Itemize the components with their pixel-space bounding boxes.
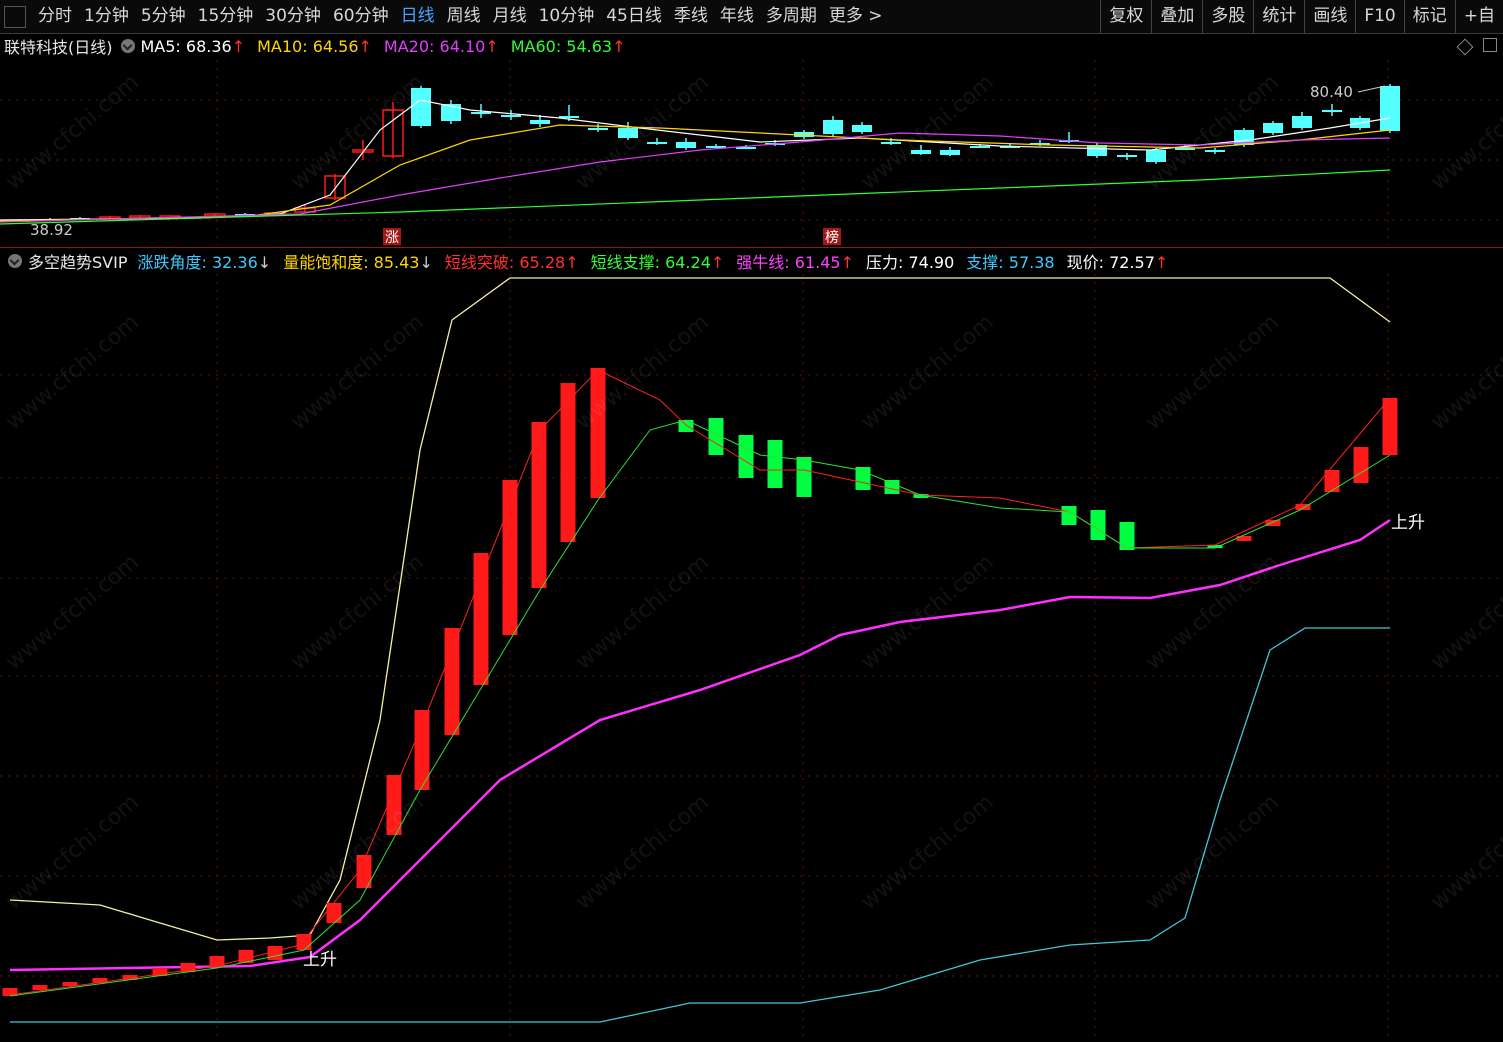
candle-down <box>852 125 872 132</box>
candle-down <box>618 128 638 138</box>
svip-bar <box>884 480 900 494</box>
svip-bar <box>855 467 871 490</box>
marker-text: 涨 <box>385 230 399 246</box>
svip-bar <box>326 903 342 923</box>
candle-down <box>501 115 521 117</box>
candle-down <box>647 142 667 144</box>
svip-bar <box>590 368 606 498</box>
low-price-label: 38.92 <box>30 221 73 239</box>
marker-text: 榜 <box>825 229 839 246</box>
candle-down <box>1117 155 1137 157</box>
candle-down <box>1263 123 1283 133</box>
candle-down <box>940 150 960 155</box>
svip-bar <box>1353 447 1369 483</box>
svip-bar <box>296 934 312 950</box>
candle-down <box>471 112 491 114</box>
candle-down <box>881 142 901 144</box>
svip-bar <box>738 435 754 478</box>
candle-down <box>1380 86 1400 131</box>
svip-bar <box>767 440 783 488</box>
candle-down <box>1292 116 1312 128</box>
svip-bar <box>1090 510 1106 540</box>
candle-down <box>823 120 843 134</box>
svip-bar <box>1236 536 1252 541</box>
svip-bar <box>444 628 460 735</box>
ma10-line <box>0 124 1391 222</box>
candle-down <box>588 128 608 130</box>
svip-bar <box>473 553 489 685</box>
rise-signal-label: 上升 <box>1391 513 1425 533</box>
svip-bar <box>502 480 518 635</box>
svip-bar <box>1382 398 1398 455</box>
svip-bar <box>209 956 225 967</box>
svip-bar <box>386 775 402 835</box>
high-price-label: 80.40 <box>1310 83 1353 101</box>
candle-down <box>411 88 431 126</box>
candle-down <box>1146 150 1166 162</box>
svip-bar <box>796 457 812 497</box>
candle-down <box>1205 150 1225 152</box>
rise-signal-label: 上升 <box>303 950 337 970</box>
svip-bar <box>1119 522 1135 550</box>
candle-down <box>911 150 931 154</box>
candle-down <box>530 120 550 124</box>
svip-bar <box>1265 520 1281 526</box>
candle-down <box>970 146 990 148</box>
candle-down <box>1322 110 1342 112</box>
kline-chart[interactable]: 80.4038.92 涨榜上升上升 <box>0 0 1503 1042</box>
pressure-line <box>9 277 1391 941</box>
candle-down <box>676 142 696 148</box>
svip-bar <box>1061 506 1077 525</box>
svip-bar <box>32 985 48 990</box>
